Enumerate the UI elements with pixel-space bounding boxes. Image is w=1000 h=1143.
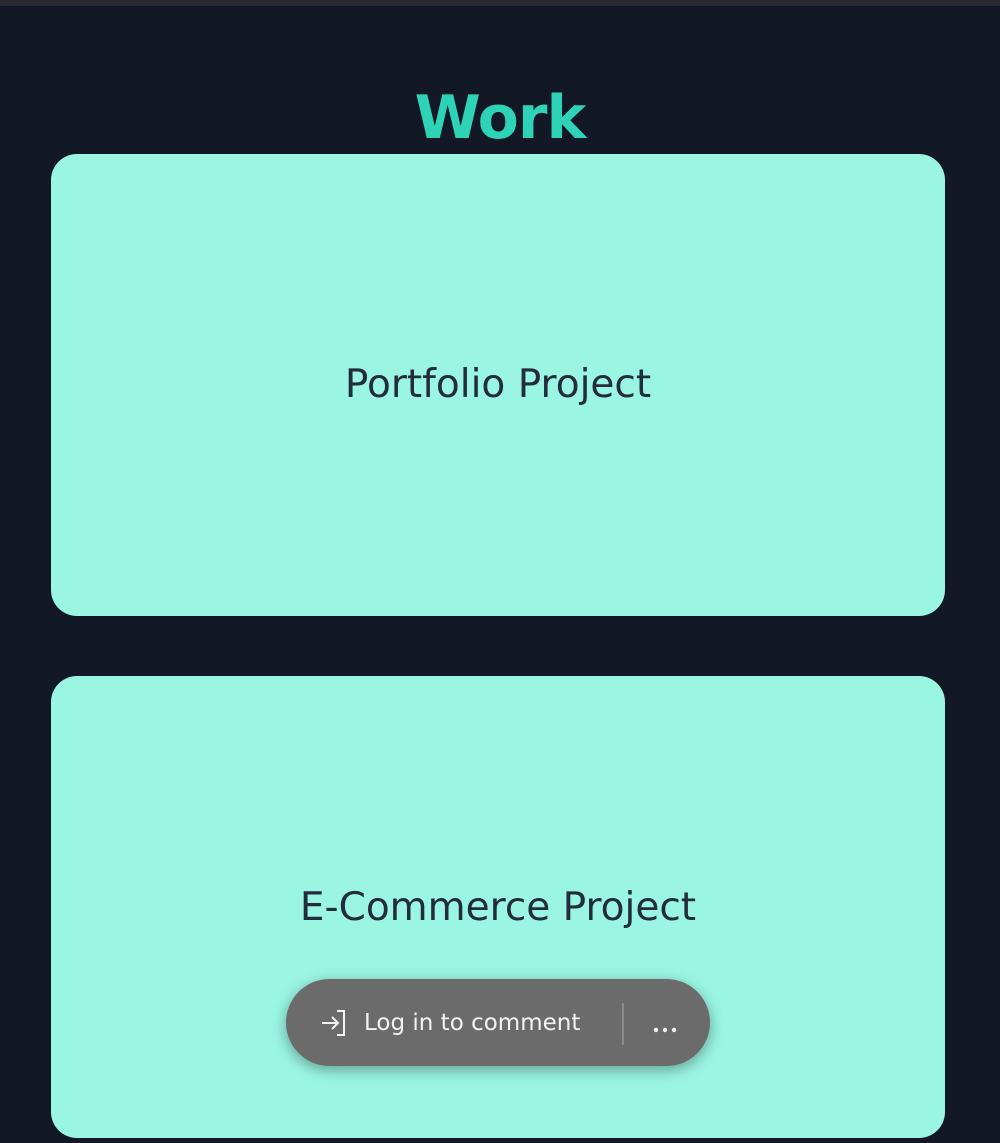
login-to-comment-label: Log in to comment — [364, 1009, 581, 1036]
project-card-label: E-Commerce Project — [299, 885, 697, 930]
login-to-comment-button[interactable]: Log in to comment — [286, 979, 580, 1066]
project-card-label: Portfolio Project — [344, 362, 652, 407]
page-title: Work — [414, 83, 587, 154]
project-card-ecommerce[interactable]: E-Commerce Project — [51, 676, 945, 1138]
project-card-portfolio[interactable]: Portfolio Project — [51, 154, 945, 616]
work-page: Work Portfolio Project E-Commerce Projec… — [0, 6, 1000, 1143]
comment-bar-divider — [622, 1003, 624, 1045]
comment-bar: Log in to comment — [286, 979, 710, 1066]
more-options-button[interactable] — [642, 979, 688, 1066]
more-dots-icon — [652, 1019, 678, 1032]
sign-in-icon — [318, 1007, 350, 1039]
